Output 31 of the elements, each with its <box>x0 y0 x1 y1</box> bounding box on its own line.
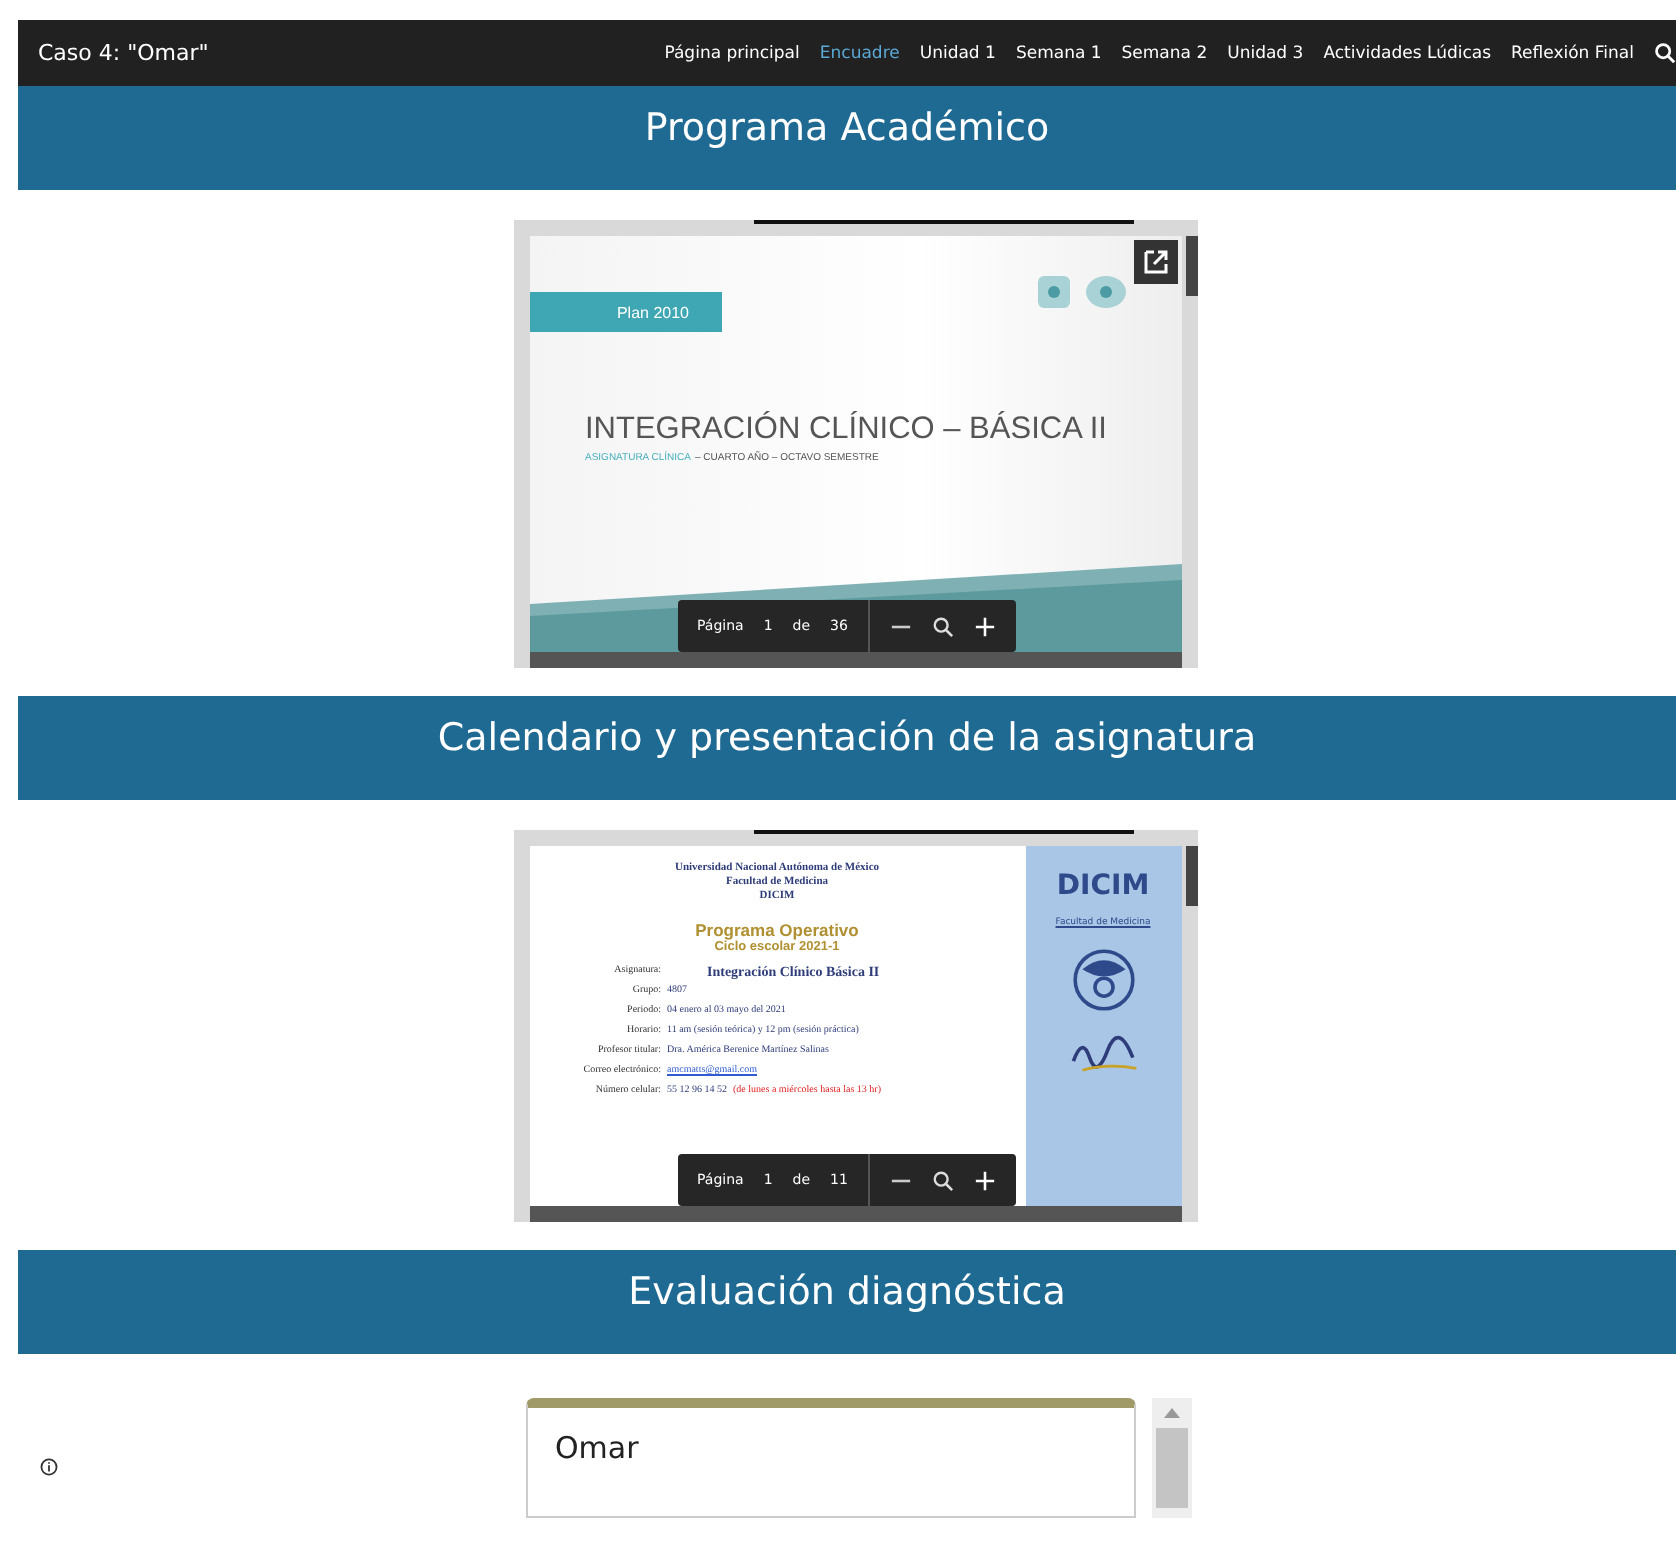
nav-link[interactable]: Reflexión Final <box>1511 43 1634 63</box>
logo-text: DICIM <box>1056 870 1150 902</box>
nav-link[interactable]: Encuadre <box>819 43 900 63</box>
scrollbar[interactable] <box>1185 846 1197 906</box>
slide-title: INTEGRACIÓN CLÍNICO – BÁSICA II <box>585 412 1107 448</box>
card-title: Omar <box>555 1430 639 1466</box>
nav-link[interactable]: Actividades Lúdicas <box>1323 43 1492 63</box>
crest-icon <box>1033 272 1073 312</box>
zoom-in-icon[interactable] <box>973 615 996 637</box>
section-title: Programa Académico <box>644 106 1050 154</box>
search-icon[interactable] <box>1654 42 1676 64</box>
crest-icon <box>1081 272 1129 312</box>
zoom-icon[interactable] <box>931 1169 954 1191</box>
zoom-icon[interactable] <box>931 615 954 637</box>
plan-label: Plan 2010 <box>529 292 721 332</box>
emblem-icon <box>1067 944 1139 1016</box>
section-title: Calendario y presentación de la asignatura <box>437 716 1257 764</box>
scrollbar[interactable] <box>1151 1398 1191 1518</box>
signature-icon <box>1067 1032 1139 1076</box>
nav-link[interactable]: Semana 2 <box>1121 43 1208 63</box>
section-title: Evaluación diagnóstica <box>628 1270 1066 1318</box>
nav-link[interactable]: Semana 1 <box>1015 43 1102 63</box>
nav-link[interactable]: Página principal <box>664 43 800 63</box>
site-title[interactable]: Caso 4: "Omar" <box>38 40 209 66</box>
popout-icon[interactable] <box>1133 240 1177 284</box>
info-icon[interactable] <box>40 1458 58 1476</box>
nav-link[interactable]: Unidad 1 <box>919 43 996 63</box>
zoom-in-icon[interactable] <box>973 1169 996 1191</box>
scrollbar[interactable] <box>1185 236 1197 296</box>
document-title: Programa Operativo <box>693 920 861 940</box>
nav-link[interactable]: Unidad 3 <box>1227 43 1304 63</box>
